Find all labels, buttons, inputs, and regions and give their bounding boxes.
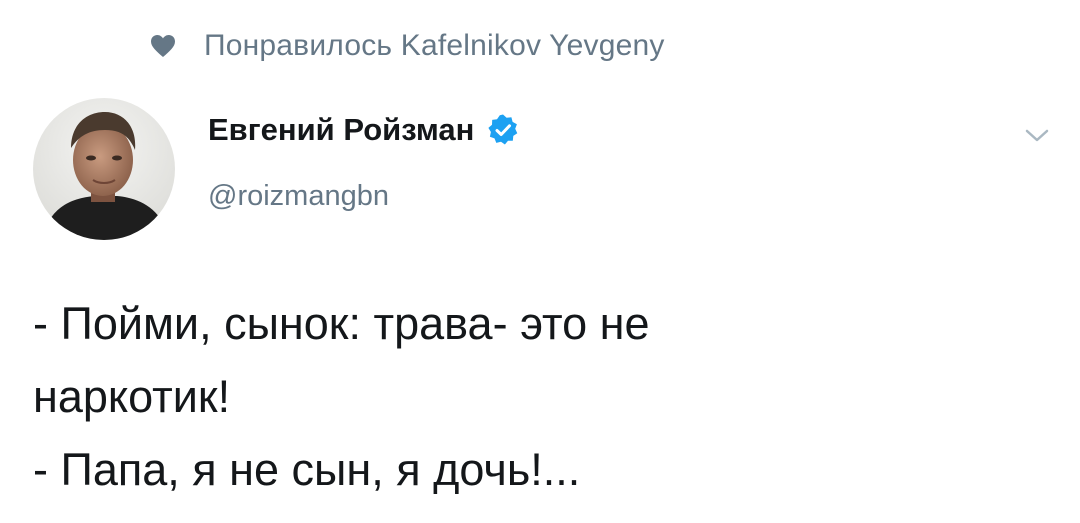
author-display-name[interactable]: Евгений Ройзман <box>208 112 474 148</box>
social-context[interactable]: Понравилось Kafelnikov Yevgeny <box>150 26 665 66</box>
tweet-author: Евгений Ройзман @roizmangbn <box>208 108 520 213</box>
tweet-text-line: - Папа, я не сын, я дочь!... <box>33 444 581 495</box>
heart-icon <box>150 34 176 58</box>
tweet-text-line: - Пойми, сынок: трава- это не <box>33 298 650 349</box>
author-handle[interactable]: @roizmangbn <box>208 180 520 213</box>
author-name-row[interactable]: Евгений Ройзман <box>208 108 520 152</box>
chevron-down-icon[interactable] <box>1024 127 1050 145</box>
avatar[interactable] <box>33 98 175 240</box>
verified-badge-icon <box>486 113 520 147</box>
tweet-text: - Пойми, сынок: трава- это не наркотик! … <box>33 287 1043 506</box>
tweet-text-line: наркотик! <box>33 371 231 422</box>
liked-by-text: Понравилось Kafelnikov Yevgeny <box>204 29 665 62</box>
